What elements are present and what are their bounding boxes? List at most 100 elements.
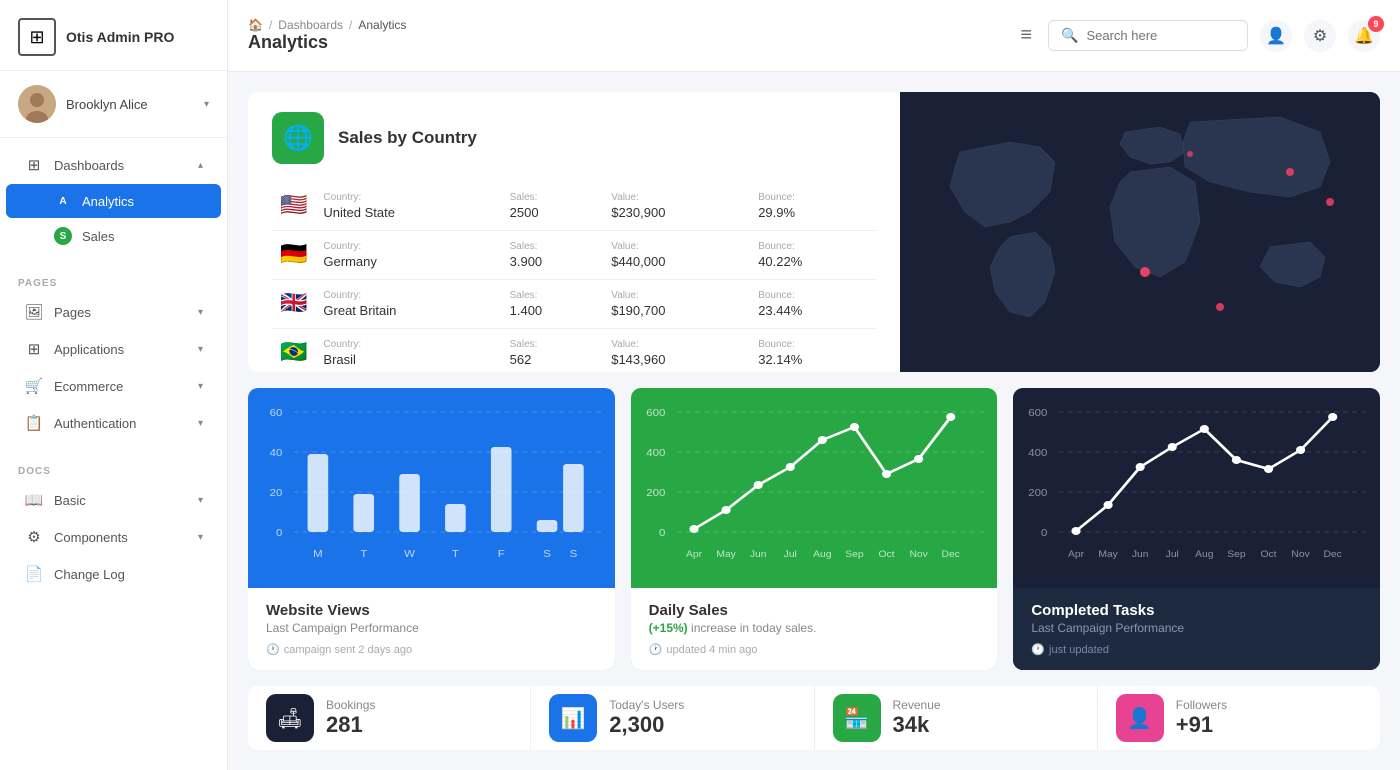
search-box[interactable]: 🔍 <box>1048 20 1248 51</box>
docs-section-label: DOCS <box>0 458 227 481</box>
revenue-icon: 🏪 <box>833 694 881 742</box>
svg-text:Nov: Nov <box>1292 550 1310 560</box>
world-map <box>900 92 1380 372</box>
svg-text:Oct: Oct <box>878 550 894 560</box>
svg-text:F: F <box>498 549 505 560</box>
svg-text:0: 0 <box>276 528 282 539</box>
sidebar-applications-label: Applications <box>54 342 124 357</box>
today-users-icon: 📊 <box>549 694 597 742</box>
stat-bookings: 🛋 Bookings 281 <box>248 686 531 750</box>
stat-followers: 👤 Followers +91 <box>1098 686 1380 750</box>
page-title: Analytics <box>248 32 1004 53</box>
notifications-icon[interactable]: 🔔 9 <box>1348 20 1380 52</box>
sidebar-basic-label: Basic <box>54 493 86 508</box>
country-table: 🇺🇸 Country: United State Sales: 2500 Val… <box>272 182 876 372</box>
svg-text:Nov: Nov <box>909 550 927 560</box>
header: 🏠 / Dashboards / Analytics Analytics ≡ 🔍… <box>228 0 1400 72</box>
sidebar-item-ecommerce[interactable]: 🛒 Ecommerce ▾ <box>6 368 221 404</box>
svg-text:T: T <box>452 549 459 560</box>
sales-card-icon: 🌐 <box>272 112 324 164</box>
website-views-footer: 🕐 campaign sent 2 days ago <box>266 643 597 656</box>
logo-icon: ⊞ <box>18 18 56 56</box>
settings-icon[interactable]: ⚙ <box>1304 20 1336 52</box>
breadcrumb-current: Analytics <box>358 18 406 32</box>
svg-text:M: M <box>313 549 323 560</box>
search-icon: 🔍 <box>1061 27 1078 44</box>
basic-chevron-icon: ▾ <box>198 495 203 506</box>
svg-text:Jul: Jul <box>783 550 796 560</box>
sidebar: ⊞ Otis Admin PRO Brooklyn Alice ▾ ⊞ Dash… <box>0 0 228 770</box>
sidebar-dashboards-label: Dashboards <box>54 158 124 173</box>
pages-section-label: PAGES <box>0 270 227 293</box>
sidebar-item-dashboards[interactable]: ⊞ Dashboards ▴ <box>6 147 221 183</box>
home-icon: 🏠 <box>248 18 263 32</box>
authentication-icon: 📋 <box>24 414 44 432</box>
svg-text:Aug: Aug <box>813 550 831 560</box>
analytics-initial: A <box>54 192 72 210</box>
breadcrumb-dashboards[interactable]: Dashboards <box>278 18 343 32</box>
svg-text:600: 600 <box>646 408 665 419</box>
sidebar-item-components[interactable]: ⚙ Components ▾ <box>6 519 221 555</box>
website-views-card: 60 40 20 0 M T <box>248 388 615 670</box>
user-icon[interactable]: 👤 <box>1260 20 1292 52</box>
components-icon: ⚙ <box>24 528 44 546</box>
svg-text:Jun: Jun <box>1132 550 1149 560</box>
basic-icon: 📖 <box>24 491 44 509</box>
sidebar-components-label: Components <box>54 530 128 545</box>
svg-text:Oct: Oct <box>1261 550 1277 560</box>
svg-text:Sep: Sep <box>845 550 863 560</box>
svg-text:Sep: Sep <box>1228 550 1246 560</box>
sidebar-item-analytics[interactable]: A Analytics <box>6 184 221 218</box>
website-views-title: Website Views <box>266 602 597 619</box>
sidebar-item-sales[interactable]: S Sales <box>6 219 221 253</box>
svg-text:May: May <box>716 550 736 560</box>
sidebar-item-applications[interactable]: ⊞ Applications ▾ <box>6 331 221 367</box>
svg-text:Dec: Dec <box>941 550 959 560</box>
hamburger-icon[interactable]: ≡ <box>1016 20 1036 51</box>
search-input[interactable] <box>1086 28 1216 43</box>
components-chevron-icon: ▾ <box>198 532 203 543</box>
stats-bar: 🛋 Bookings 281 📊 Today's Users 2,300 🏪 R… <box>248 686 1380 750</box>
sidebar-item-authentication[interactable]: 📋 Authentication ▾ <box>6 405 221 441</box>
notification-badge: 9 <box>1368 16 1384 32</box>
svg-text:0: 0 <box>659 528 665 539</box>
stat-revenue: 🏪 Revenue 34k <box>815 686 1098 750</box>
clock-icon: 🕐 <box>266 643 280 656</box>
svg-text:Aug: Aug <box>1196 550 1214 560</box>
app-name: Otis Admin PRO <box>66 29 174 45</box>
breadcrumb: 🏠 / Dashboards / Analytics <box>248 18 1004 32</box>
svg-text:T: T <box>360 549 367 560</box>
sidebar-user[interactable]: Brooklyn Alice ▾ <box>0 71 227 138</box>
sidebar-logo: ⊞ Otis Admin PRO <box>0 0 227 71</box>
website-views-subtitle: Last Campaign Performance <box>266 621 597 635</box>
completed-tasks-subtitle: Last Campaign Performance <box>1031 621 1362 635</box>
sidebar-item-basic[interactable]: 📖 Basic ▾ <box>6 482 221 518</box>
svg-text:200: 200 <box>1029 488 1048 499</box>
completed-tasks-footer: 🕐 just updated <box>1031 643 1362 656</box>
svg-text:S: S <box>543 549 551 560</box>
daily-sales-footer: 🕐 updated 4 min ago <box>649 643 980 656</box>
charts-row: 60 40 20 0 M T <box>248 388 1380 670</box>
ecommerce-chevron-icon: ▾ <box>198 381 203 392</box>
svg-text:S: S <box>570 549 578 560</box>
completed-tasks-chart: 600 400 200 0 Apr <box>1013 388 1380 588</box>
svg-text:Jun: Jun <box>750 550 767 560</box>
svg-text:Apr: Apr <box>1068 550 1085 560</box>
bookings-icon: 🛋 <box>266 694 314 742</box>
sidebar-item-changelog[interactable]: 📄 Change Log <box>6 556 221 592</box>
svg-text:0: 0 <box>1041 528 1047 539</box>
svg-text:W: W <box>404 549 416 560</box>
sidebar-item-pages[interactable]: 🖼 Pages ▾ <box>6 294 221 330</box>
daily-sales-title: Daily Sales <box>649 602 980 619</box>
svg-text:May: May <box>1099 550 1119 560</box>
applications-chevron-icon: ▾ <box>198 344 203 355</box>
sidebar-sales-label: Sales <box>82 229 115 244</box>
svg-text:Jul: Jul <box>1166 550 1179 560</box>
clock-icon-2: 🕐 <box>649 643 663 656</box>
pages-icon: 🖼 <box>24 303 44 321</box>
nav-dashboards-section: ⊞ Dashboards ▴ A Analytics S Sales <box>0 138 227 262</box>
ecommerce-icon: 🛒 <box>24 377 44 395</box>
user-name: Brooklyn Alice <box>66 97 194 112</box>
svg-text:400: 400 <box>1029 448 1048 459</box>
changelog-icon: 📄 <box>24 565 44 583</box>
